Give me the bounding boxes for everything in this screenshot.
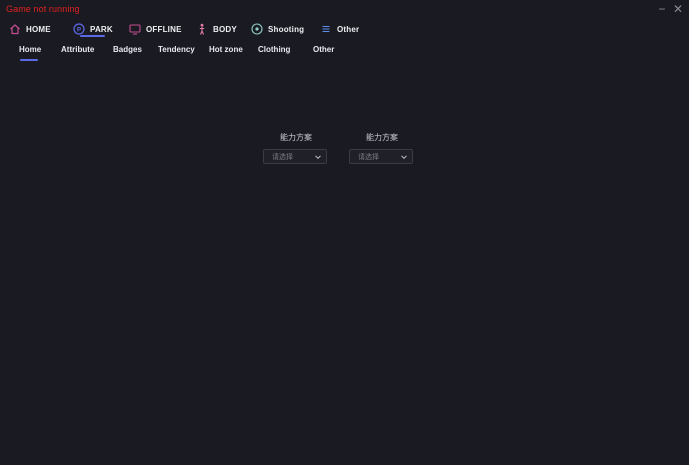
subtab-clothing[interactable]: Clothing (258, 45, 290, 54)
park-icon: P (73, 23, 85, 35)
chevron-down-icon (400, 153, 408, 161)
person-icon (196, 23, 208, 35)
close-button[interactable]: ✕ (671, 2, 685, 16)
tab-shooting[interactable]: Shooting (251, 19, 304, 39)
game-status-text: Game not running (6, 4, 80, 14)
ability-plan-group-1: 能力方案 请选择 (263, 132, 327, 164)
select-placeholder: 请选择 (272, 153, 293, 161)
ability-plan-select-2[interactable]: 请选择 (349, 149, 413, 164)
subtab-other[interactable]: Other (313, 45, 334, 54)
menu-icon (320, 23, 332, 35)
subtab-tendency[interactable]: Tendency (158, 45, 195, 54)
ability-plan-select-1[interactable]: 请选择 (263, 149, 327, 164)
subtab-badges[interactable]: Badges (113, 45, 142, 54)
window-controls: − ✕ (655, 2, 685, 16)
target-icon (251, 23, 263, 35)
dropdown-label: 能力方案 (366, 133, 398, 142)
tab-offline[interactable]: OFFLINE (129, 19, 182, 39)
subtab-attribute[interactable]: Attribute (61, 45, 94, 54)
subtab-hot-zone[interactable]: Hot zone (209, 45, 243, 54)
home-icon (9, 23, 21, 35)
monitor-icon (129, 23, 141, 35)
subtab-home[interactable]: Home (19, 45, 41, 54)
select-placeholder: 请选择 (358, 153, 379, 161)
ability-plan-group-2: 能力方案 请选择 (349, 132, 413, 164)
sub-navigation: Home Attribute Badges Tendency Hot zone … (0, 45, 689, 63)
tab-body[interactable]: BODY (196, 19, 237, 39)
svg-text:P: P (77, 28, 81, 34)
active-subtab-indicator (20, 59, 38, 61)
tab-other[interactable]: Other (320, 19, 359, 39)
tab-home[interactable]: HOME (9, 19, 51, 39)
active-tab-indicator (80, 35, 105, 37)
dropdown-label: 能力方案 (280, 133, 312, 142)
chevron-down-icon (314, 153, 322, 161)
minimize-button[interactable]: − (655, 2, 669, 16)
top-navigation: HOME P PARK OFFLINE BODY Shooting Other (0, 19, 689, 41)
